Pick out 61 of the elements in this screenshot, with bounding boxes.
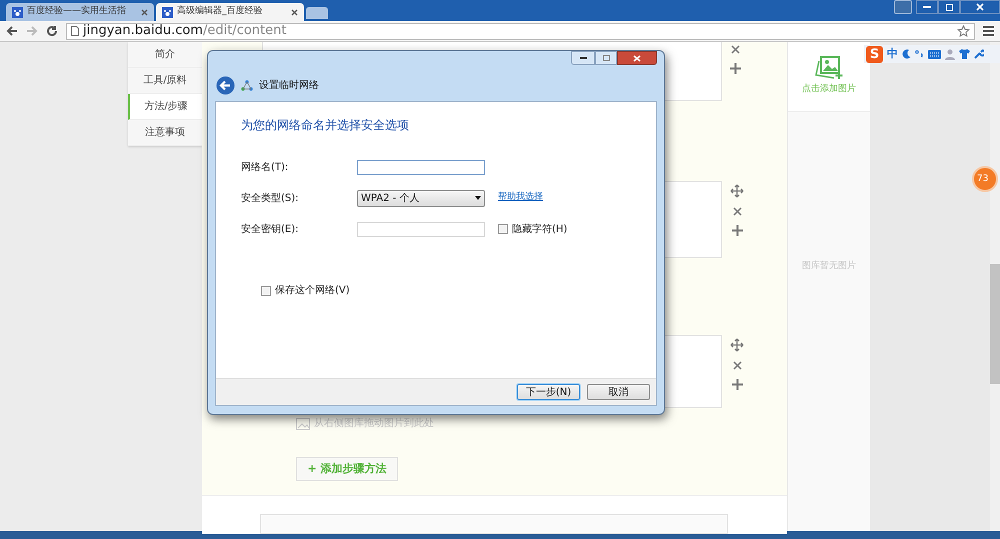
network-icon	[241, 80, 253, 90]
side-nav-item[interactable]: 工具/原料	[128, 68, 202, 94]
punctuation-icon[interactable]	[915, 49, 924, 59]
close-button[interactable]	[617, 51, 657, 65]
checkbox-label: 隐藏字符(H)	[512, 222, 568, 236]
field-label: 安全类型(S):	[241, 192, 300, 206]
restore-button[interactable]	[938, 0, 960, 14]
side-nav-item[interactable]: 简介	[128, 42, 202, 68]
reload-icon[interactable]	[46, 25, 58, 37]
close-icon[interactable]	[291, 8, 298, 16]
back-icon[interactable]	[6, 25, 18, 37]
side-nav-item[interactable]: 注意事项	[128, 120, 202, 146]
add-image-icon[interactable]	[815, 56, 843, 80]
image-icon	[296, 418, 310, 430]
close-button[interactable]	[960, 0, 1000, 14]
tab-title: 高级编辑器_百度经验	[177, 5, 264, 18]
help-link[interactable]: 帮助我选择	[498, 191, 543, 205]
tab-title: 百度经验——实用生活指	[27, 5, 127, 18]
checkbox-label: 保存这个网络(V)	[275, 284, 350, 298]
page-icon	[71, 26, 79, 36]
text-field[interactable]	[357, 222, 485, 236]
close-icon[interactable]	[732, 207, 742, 216]
dialog-button[interactable]: 取消	[587, 384, 650, 400]
paw-icon	[12, 6, 23, 18]
back-icon[interactable]	[216, 76, 235, 94]
ime-mode[interactable]: 中	[887, 46, 898, 62]
minimize-button[interactable]	[916, 0, 938, 14]
close-icon	[633, 54, 641, 62]
field-label: 安全密钥(E):	[241, 222, 300, 236]
checkbox[interactable]	[261, 286, 271, 296]
shirt-icon[interactable]	[959, 49, 970, 59]
minimize-button[interactable]	[571, 51, 595, 65]
close-icon[interactable]	[141, 8, 148, 16]
moon-icon[interactable]	[902, 49, 911, 59]
dialog-heading: 为您的网络命名并选择安全选项	[241, 117, 410, 134]
dialog-button[interactable]: 下一步(N)	[517, 384, 580, 400]
scrollbar-thumb[interactable]	[990, 264, 1000, 384]
caret-icon	[475, 196, 481, 200]
close-icon[interactable]	[732, 361, 742, 370]
url-text: jingyan.baidu.com/edit/content	[83, 22, 286, 40]
close-icon	[976, 3, 984, 11]
move-icon[interactable]	[730, 184, 744, 198]
field-label: 网络名(T):	[241, 160, 290, 174]
plus-icon[interactable]	[732, 379, 742, 390]
move-icon[interactable]	[730, 338, 744, 352]
close-icon[interactable]	[731, 45, 740, 54]
security-type-select[interactable]: WPA2 - 个人	[357, 190, 485, 206]
side-nav-item[interactable]: 方法/步骤	[128, 94, 202, 120]
wrench-icon[interactable]	[974, 49, 984, 59]
dialog-title: 设置临时网络	[259, 78, 319, 92]
plus-icon[interactable]	[730, 63, 741, 74]
address-bar[interactable]: jingyan.baidu.com/edit/content	[66, 22, 975, 40]
checkbox[interactable]	[498, 224, 508, 234]
browser-tab[interactable]: 百度经验——实用生活指	[6, 3, 154, 21]
keyboard-icon[interactable]	[928, 50, 941, 58]
text-field[interactable]	[357, 160, 485, 174]
star-icon[interactable]	[957, 24, 970, 38]
plus-icon[interactable]	[732, 225, 742, 236]
browser-tab[interactable]: 高级编辑器_百度经验	[156, 3, 304, 21]
paw-icon	[162, 6, 173, 18]
menu-icon[interactable]	[983, 26, 994, 36]
